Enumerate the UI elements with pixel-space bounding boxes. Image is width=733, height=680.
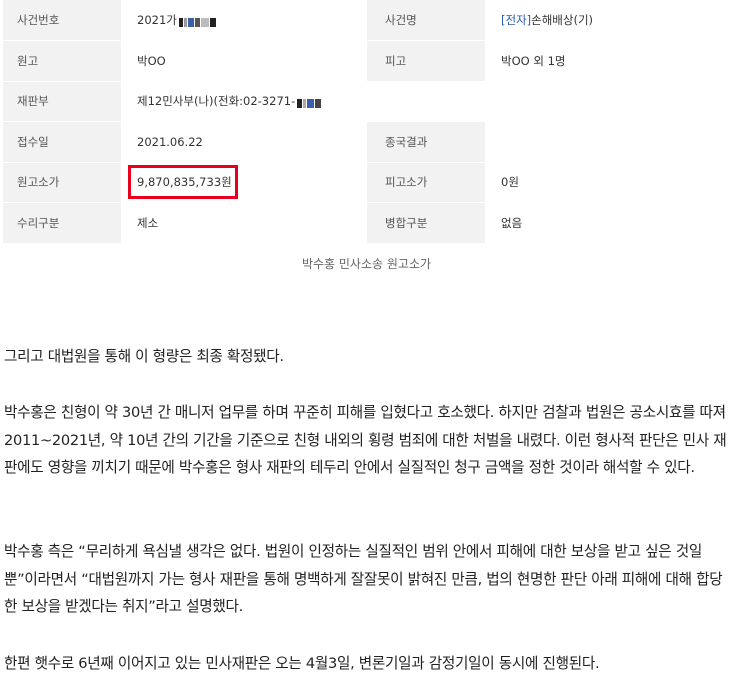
article-paragraph: 박수홍은 친형이 약 30년 간 매니저 업무를 하며 꾸준히 피해를 입혔다고… <box>4 404 727 476</box>
plaintiff-claim-value: 9,870,835,733원 <box>121 162 367 203</box>
final-result-value <box>485 121 730 163</box>
plaintiff-claim-label: 원고소가 <box>3 162 121 203</box>
filing-date-label: 접수일 <box>3 121 121 163</box>
merge-type-label: 병합구분 <box>367 202 485 244</box>
defendant-claim-value: 0원 <box>485 162 730 203</box>
case-name-text: 손해배상(기) <box>531 13 594 27</box>
redacted-mark <box>178 16 217 27</box>
table-row: 사건번호 2021가 사건명 [전자]손해배상(기) <box>3 0 730 41</box>
plaintiff-value: 박OO <box>121 40 367 82</box>
case-name-value: [전자]손해배상(기) <box>485 0 730 41</box>
case-number-value: 2021가 <box>121 0 367 41</box>
defendant-claim-label: 피고소가 <box>367 162 485 203</box>
table-row: 접수일 2021.06.22 종국결과 <box>3 121 730 163</box>
court-division-label: 재판부 <box>3 81 121 122</box>
redacted-mark <box>297 97 322 109</box>
case-number-text: 2021가 <box>137 13 177 27</box>
filing-date-value: 2021.06.22 <box>121 121 367 163</box>
image-caption: 박수홍 민사소송 원고소가 <box>301 257 432 271</box>
acceptance-type-value: 제소 <box>121 202 367 244</box>
plaintiff-label: 원고 <box>3 40 121 82</box>
table-row: 재판부 제12민사부(나)(전화:02-3271- <box>3 81 730 122</box>
case-name-label: 사건명 <box>367 0 485 41</box>
article-paragraph: 한편 햇수로 6년째 이어지고 있는 민사재판은 오는 4월3일, 변론기일과 … <box>4 655 600 672</box>
table-row: 원고소가 9,870,835,733원 피고소가 0원 <box>3 162 730 203</box>
case-number-label: 사건번호 <box>3 0 121 41</box>
acceptance-type-label: 수리구분 <box>3 202 121 244</box>
final-result-label: 종국결과 <box>367 121 485 163</box>
table-row: 수리구분 제소 병합구분 없음 <box>3 202 730 244</box>
merge-type-value: 없음 <box>485 202 730 244</box>
defendant-label: 피고 <box>367 40 485 82</box>
article-paragraph: 그리고 대법원을 통해 이 형량은 최종 확정됐다. <box>4 348 284 365</box>
court-division-value: 제12민사부(나)(전화:02-3271- <box>121 81 730 122</box>
defendant-value: 박OO 외 1명 <box>485 40 730 82</box>
case-info-table: 사건번호 2021가 사건명 [전자]손해배상(기) 원고 박OO 피고 박OO… <box>3 0 730 244</box>
article-paragraph: 박수홍 측은 “무리하게 욕심낼 생각은 없다. 법원이 인정하는 실질적인 범… <box>4 543 723 615</box>
table-row: 원고 박OO 피고 박OO 외 1명 <box>3 40 730 82</box>
court-division-text: 제12민사부(나)(전화:02-3271- <box>137 94 296 109</box>
electronic-tag[interactable]: [전자] <box>501 13 531 27</box>
